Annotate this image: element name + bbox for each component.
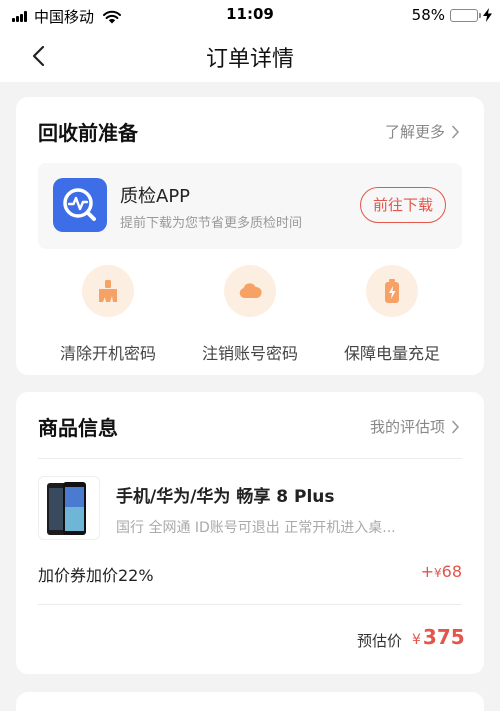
divider (38, 604, 462, 605)
inspection-app-icon (53, 178, 107, 232)
battery-charge-icon (366, 265, 418, 317)
prep-card: 回收前准备 了解更多 质检APP 提前下载为您节省更多质检时间 前往下载 清除开… (16, 97, 484, 375)
learn-more-label: 了解更多 (384, 123, 445, 141)
product-tags: 国行 全网通 ID账号可退出 正常开机进入桌... (116, 520, 396, 536)
prep-label: 清除开机密码 (59, 344, 156, 363)
cloud-icon (224, 265, 276, 317)
prep-label: 保障电量充足 (343, 344, 440, 363)
estimate-label: 预估价 (357, 632, 403, 650)
learn-more-link[interactable]: 了解更多 (385, 121, 460, 142)
inspection-app-banner: 质检APP 提前下载为您节省更多质检时间 前往下载 (38, 163, 462, 249)
estimate-price: ¥375 (412, 625, 465, 649)
coupon-label: 加价券加价22% (38, 566, 154, 585)
app-name: 质检APP (120, 186, 191, 207)
prep-label: 注销账号密码 (201, 344, 298, 363)
prep-item-battery: 保障电量充足 (322, 265, 462, 364)
broom-icon (82, 265, 134, 317)
prep-item-logout-account: 注销账号密码 (180, 265, 320, 364)
status-right: 58% (412, 6, 492, 24)
product-title: 商品信息 (38, 416, 118, 440)
coupon-amount: 68 (441, 562, 462, 581)
estimate-currency: ¥ (412, 632, 421, 648)
phone-thumbnail (38, 476, 100, 540)
prep-title: 回收前准备 (38, 121, 138, 145)
page-title: 订单详情 (205, 47, 294, 72)
divider (38, 458, 462, 459)
coupon-prefix: + (420, 562, 434, 581)
chevron-right-icon (452, 420, 460, 433)
coupon-value: +¥68 (421, 562, 462, 581)
estimate-amount: 375 (422, 625, 465, 649)
download-button[interactable]: 前往下载 (360, 187, 446, 223)
battery-icon (450, 8, 481, 22)
chevron-right-icon (452, 125, 460, 138)
prep-item-clear-password: 清除开机密码 (38, 265, 178, 364)
product-card: 商品信息 我的评估项 手机/华为/华为 畅享 8 Plus 国行 全网通 ID账… (16, 392, 484, 674)
coupon-currency: ¥ (434, 566, 442, 580)
status-bar: 中国移动 11:09 58% (0, 0, 500, 30)
battery-percent: 58% (411, 6, 445, 24)
my-assessment-label: 我的评估项 (369, 418, 445, 436)
charging-bolt-icon (483, 8, 492, 22)
nav-bar: 订单详情 (0, 30, 500, 82)
product-name: 手机/华为/华为 畅享 8 Plus (116, 487, 335, 507)
app-description: 提前下载为您节省更多质检时间 (120, 216, 303, 231)
my-assessment-link[interactable]: 我的评估项 (370, 416, 460, 437)
next-card (16, 692, 484, 711)
